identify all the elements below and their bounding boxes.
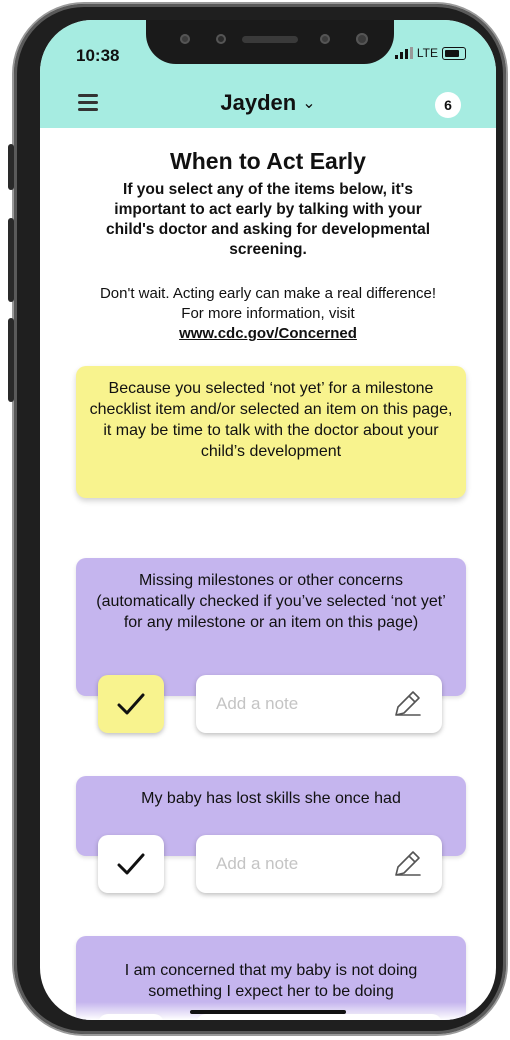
act-early-notice: Because you selected ‘not yet’ for a mil…: [76, 366, 466, 498]
status-icons: LTE: [394, 46, 466, 60]
home-indicator[interactable]: [190, 1010, 346, 1014]
concern-checkbox-checked[interactable]: [98, 675, 164, 733]
signal-icon: [394, 47, 413, 59]
checkmark-icon: [117, 693, 145, 715]
concern-checkbox[interactable]: [98, 835, 164, 893]
concern-label: I am concerned that my baby is not doing…: [124, 962, 418, 1000]
sensor-icon: [320, 34, 330, 44]
sensor-icon: [216, 34, 226, 44]
note-placeholder: Add a note: [216, 694, 299, 713]
note-placeholder: Add a note: [216, 854, 299, 873]
pencil-icon[interactable]: [390, 687, 424, 721]
network-label: LTE: [416, 46, 438, 60]
cdc-link[interactable]: www.cdc.gov/Concerned: [95, 324, 441, 344]
chevron-down-icon: ⌄: [302, 95, 316, 112]
battery-icon: [442, 46, 466, 60]
earpiece-speaker: [242, 36, 298, 43]
note-input[interactable]: Add a note: [196, 675, 442, 733]
volume-up-button: [8, 218, 14, 302]
child-name: Jayden: [220, 90, 297, 115]
checkmark-icon: [117, 853, 145, 875]
info-text: Don't wait. Acting early can make a real…: [95, 284, 441, 344]
volume-down-button: [8, 318, 14, 402]
pencil-icon[interactable]: [390, 847, 424, 881]
front-camera-icon: [356, 33, 368, 45]
notification-badge[interactable]: 6: [435, 92, 461, 118]
note-input[interactable]: Add a note: [196, 835, 442, 893]
concern-label: My baby has lost skills she once had: [141, 790, 401, 807]
sensor-icon: [180, 34, 190, 44]
screen: 10:38 LTE Jayden ⌄ 6 When to Act Early If…: [40, 20, 496, 1020]
info-message: Don't wait. Acting early can make a real…: [99, 285, 437, 322]
child-selector[interactable]: Jayden ⌄: [40, 90, 496, 116]
concern-label: Missing milestones or other concerns (au…: [96, 572, 446, 631]
camera-notch: [146, 20, 394, 64]
page-title: When to Act Early: [170, 148, 366, 174]
mute-switch: [8, 144, 14, 190]
page-subtitle: If you select any of the items below, it…: [105, 181, 431, 258]
status-time: 10:38: [76, 46, 120, 65]
